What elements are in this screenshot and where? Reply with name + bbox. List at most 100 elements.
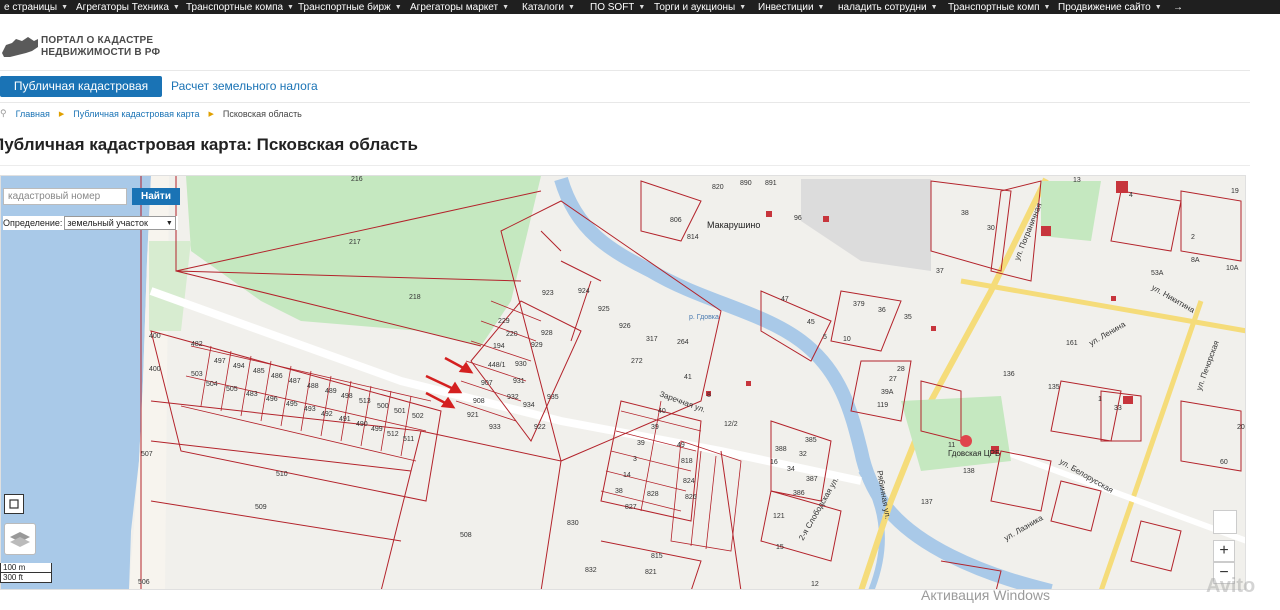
chevron-down-icon: ▼ — [930, 3, 938, 11]
parcel-number-label: 272 — [631, 358, 643, 365]
chevron-down-icon: ▼ — [1154, 3, 1162, 11]
parcel-number-label: 37 — [936, 268, 944, 275]
map-scale: 100 m 300 ft — [0, 563, 52, 583]
chevron-down-icon: ▼ — [638, 3, 646, 11]
parcel-number-label: 35 — [904, 314, 912, 321]
parcel-number-label: 379 — [853, 301, 865, 308]
parcel-number-label: 15 — [776, 544, 784, 551]
parcel-number-label: 501 — [394, 408, 406, 415]
nav-item[interactable]: наладить сотрудни ▼ — [834, 0, 944, 14]
fullscreen-button[interactable] — [1213, 510, 1237, 534]
parcel-number-label: 499 — [371, 426, 383, 433]
nav-item[interactable]: Агрегаторы маркет ▼ — [406, 0, 518, 14]
parcel-number-label: 504 — [206, 381, 218, 388]
breadcrumb: ⚲ Главная ▶ Публичная кадастровая карта … — [0, 108, 302, 119]
parcel-number-label: 136 — [1003, 371, 1015, 378]
parcel-number-label: 492 — [321, 411, 333, 418]
nav-item[interactable]: Транспортные комп ▼ — [944, 0, 1054, 14]
nav-item[interactable]: Продвижение сайто ▼ — [1054, 0, 1169, 14]
parcel-number-label: 10 — [843, 336, 851, 343]
russia-map-logo[interactable] — [0, 33, 40, 61]
parcel-number-label: 32 — [799, 451, 807, 458]
cadastral-map[interactable]: 216 217 218 400 400 482 497 494 485 486 487 488 489 4… — [0, 175, 1246, 590]
parcel-number-label: 832 — [585, 567, 597, 574]
parcel-number-label: 489 — [325, 388, 337, 395]
layers-icon — [10, 532, 30, 547]
parcel-number-label: 39 — [637, 440, 645, 447]
parcel-number-label: 20 — [1237, 424, 1245, 431]
hospital-icon — [960, 435, 972, 447]
nav-item[interactable]: Торги и аукционы ▼ — [650, 0, 754, 14]
parcel-number-label: 511 — [403, 436, 414, 443]
brand-line-1: ПОРТАЛ О КАДАСТРЕ — [41, 35, 154, 46]
map-place-label: р. Гдовка — [689, 314, 719, 321]
breadcrumb-current: Псковская область — [222, 108, 302, 119]
nav-item[interactable]: е страницы ▼ — [0, 0, 72, 14]
parcel-number-label: 137 — [921, 499, 933, 506]
breadcrumb-home[interactable]: Главная — [16, 109, 50, 119]
parcel-number-label: 923 — [542, 290, 554, 297]
green-patch-right — [901, 396, 1011, 471]
parcel-number-label: 924 — [578, 288, 590, 295]
definition-label: Определение: — [3, 218, 63, 228]
parcel-number-label: 828 — [647, 491, 659, 498]
parcel-number-label: 926 — [619, 323, 631, 330]
tab-public-cadastral-map[interactable]: Публичная кадастровая карта — [0, 76, 162, 114]
search-button[interactable]: Найти — [132, 188, 180, 205]
layers-button[interactable] — [4, 523, 36, 555]
parcel-number-label: 820 — [712, 184, 724, 191]
parcel-number-label: 487 — [289, 378, 301, 385]
parcel-number-label: 13 — [1073, 177, 1081, 184]
parcel-number-label: 216 — [351, 176, 363, 183]
chevron-down-icon: ▼ — [567, 3, 575, 11]
parcel-number-label: 935 — [547, 394, 559, 401]
nav-item[interactable]: Транспортные бирж ▼ — [294, 0, 406, 14]
parcel-number-label: 264 — [677, 339, 689, 346]
parcel-number-label: 497 — [214, 358, 226, 365]
parcel-number-label: 40 — [658, 408, 666, 415]
parcel-number-label: 96 — [794, 215, 802, 222]
parcel-number-label: 498 — [341, 393, 353, 400]
green-left — [149, 241, 191, 331]
breadcrumb-map[interactable]: Публичная кадастровая карта — [73, 109, 199, 119]
area-select-tool-button[interactable] — [4, 494, 24, 514]
street-label: ул. Лазника — [1003, 513, 1045, 543]
parcel-number-label: 161 — [1066, 340, 1078, 347]
parcel-number-label: 8 — [707, 392, 711, 399]
definition-select[interactable]: земельный участок ▼ — [64, 216, 176, 230]
zoom-in-button[interactable]: + — [1213, 540, 1235, 562]
nav-item[interactable]: ПО SOFT ▼ — [586, 0, 650, 14]
parcel-number-label: 119 — [877, 402, 888, 409]
parcel-number-label: 28 — [897, 366, 905, 373]
parcel-number-label: 33 — [1114, 405, 1122, 412]
parcel-number-label: 507 — [141, 451, 153, 458]
parcel-number-label: 400 — [149, 366, 161, 373]
parcel-number-label: 496 — [266, 396, 278, 403]
parcel-number-label: 495 — [286, 401, 298, 408]
parcel-number-label: 41 — [684, 374, 692, 381]
tab-land-tax-calculation[interactable]: Расчет земельного налога — [171, 76, 318, 97]
parcel-number-label: 824 — [683, 478, 695, 485]
parcel-number-label: 38 — [961, 210, 969, 217]
map-canvas[interactable]: 2162172184004004824974944854864874884894… — [1, 176, 1246, 590]
portal-brand[interactable]: ПОРТАЛ О КАДАСТРЕ НЕДВИЖИМОСТИ В РФ — [41, 35, 160, 59]
parcel-number-label: 490 — [356, 421, 368, 428]
cadastral-number-input[interactable]: кадастровый номер — [3, 188, 127, 205]
parcel-number-label: 502 — [412, 413, 424, 420]
more-arrow-icon[interactable]: → — [1169, 0, 1183, 14]
parcel-number-label: 12 — [811, 581, 819, 588]
breadcrumb-arrow-icon: ▶ — [208, 110, 214, 118]
nav-item[interactable]: Каталоги ▼ — [518, 0, 586, 14]
nav-item[interactable]: Агрегаторы Техника ▼ — [72, 0, 182, 14]
parcel-number-label: 12/2 — [724, 421, 738, 428]
nav-item-label: Транспортные компа — [186, 1, 284, 13]
nav-item[interactable]: Инвестиции ▼ — [754, 0, 834, 14]
chevron-down-icon: ▼ — [817, 3, 825, 11]
divider — [0, 70, 1250, 71]
parcel-number-label: 5 — [823, 334, 827, 341]
parcel-number-label: 513 — [359, 398, 371, 405]
parcel-number-label: 931 — [513, 378, 525, 385]
chevron-down-icon: ▼ — [394, 3, 402, 11]
nav-item[interactable]: Транспортные компа ▼ — [182, 0, 294, 14]
parcel-number-label: 49 — [677, 442, 685, 449]
